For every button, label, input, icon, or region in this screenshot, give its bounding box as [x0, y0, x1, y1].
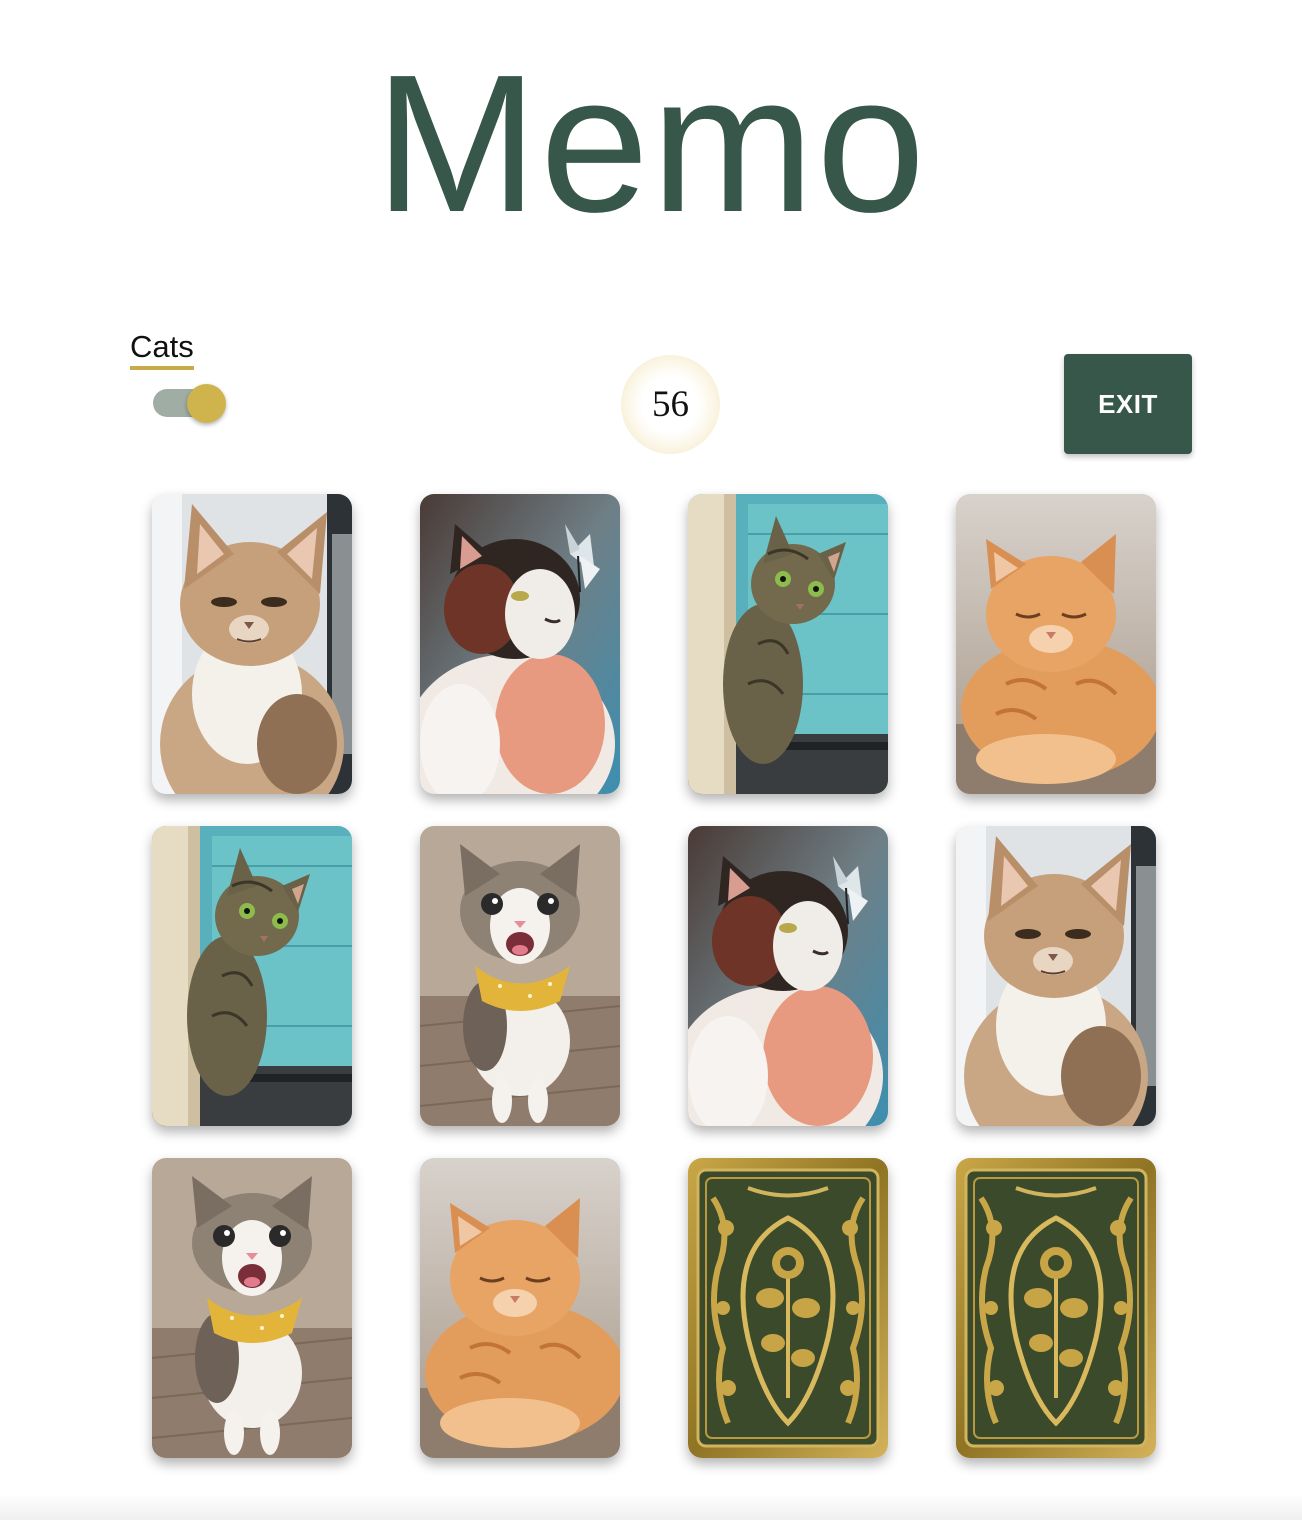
memory-card-face-up[interactable] [420, 826, 620, 1126]
grumpy-tan-cat-picture [152, 494, 352, 794]
memory-card-face-up[interactable] [152, 1158, 352, 1458]
memory-card-face-up[interactable] [152, 826, 352, 1126]
calico-cat-with-butterfly-picture [420, 494, 620, 794]
exit-button[interactable]: EXIT [1064, 354, 1192, 454]
meowing-cat-with-scarf-picture [152, 1158, 352, 1458]
memory-card-face-up[interactable] [688, 494, 888, 794]
memory-card-face-up[interactable] [956, 494, 1156, 794]
page-title: Memo [374, 34, 928, 253]
memory-card-face-up[interactable] [420, 1158, 620, 1458]
moves-counter: 56 [621, 355, 720, 454]
theme-label: Cats [130, 329, 194, 371]
memory-card-face-up[interactable] [152, 494, 352, 794]
toggle-knob[interactable] [187, 384, 226, 423]
memory-card-face-down[interactable] [688, 1158, 888, 1458]
memory-card-face-down[interactable] [956, 1158, 1156, 1458]
tabby-cat-peeking-picture [152, 826, 352, 1126]
memory-card-face-up[interactable] [956, 826, 1156, 1126]
memo-game-page: Memo Cats 56 EXIT [0, 0, 1302, 1520]
orange-cat-resting-picture [420, 1158, 620, 1458]
card-grid [152, 494, 1156, 1458]
grumpy-tan-cat-picture [956, 826, 1156, 1126]
orange-cat-resting-picture [956, 494, 1156, 794]
memory-card-face-up[interactable] [420, 494, 620, 794]
calico-cat-with-butterfly-picture [688, 826, 888, 1126]
ornate-card-back-picture [688, 1158, 888, 1458]
theme-toggle[interactable] [153, 384, 226, 423]
ornate-card-back-picture [956, 1158, 1156, 1458]
meowing-cat-with-scarf-picture [420, 826, 620, 1126]
bottom-edge [0, 1494, 1302, 1520]
memory-card-face-up[interactable] [688, 826, 888, 1126]
tabby-cat-peeking-picture [688, 494, 888, 794]
